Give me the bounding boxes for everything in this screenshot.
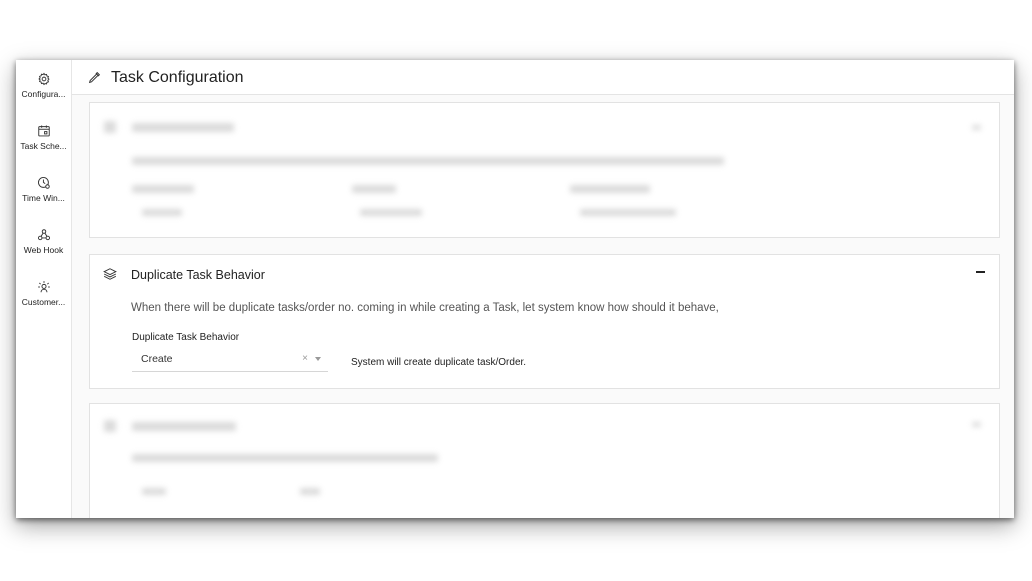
customer-idea-icon [37, 281, 50, 293]
sidebar-item-time-window[interactable]: Time Win... [16, 176, 71, 203]
sidebar-item-label: Configura... [21, 89, 66, 99]
obscured-card-top [89, 102, 1000, 238]
clear-icon[interactable]: × [302, 353, 308, 364]
behavior-hint: System will create duplicate task/Order. [351, 357, 527, 368]
minus-icon [976, 271, 985, 273]
sidebar-item-web-hook[interactable]: Web Hook [16, 228, 71, 255]
sidebar: Configura... Task Sche... Time Win... We… [16, 60, 72, 518]
sidebar-item-label: Time Win... [22, 193, 65, 203]
field-label: Duplicate Task Behavior [132, 332, 240, 343]
app-window: Configura... Task Sche... Time Win... We… [16, 60, 1014, 518]
collapse-button[interactable] [973, 264, 989, 280]
sidebar-item-customer[interactable]: Customer... [16, 280, 71, 307]
gear-icon [37, 72, 50, 86]
clock-icon [37, 176, 50, 189]
page-header: Task Configuration [72, 60, 1014, 95]
sidebar-item-label: Task Sche... [20, 141, 67, 151]
duplicate-task-card: Duplicate Task Behavior When there will … [89, 254, 1000, 389]
sidebar-item-configuration[interactable]: Configura... [16, 72, 71, 99]
sidebar-item-label: Web Hook [23, 245, 64, 255]
obscured-card-bottom [89, 403, 1000, 518]
chevron-down-icon[interactable] [315, 357, 321, 361]
sidebar-item-label: Customer... [21, 297, 66, 307]
section-description: When there will be duplicate tasks/order… [131, 302, 719, 314]
section-title: Duplicate Task Behavior [131, 268, 265, 282]
main-content: Task Configuration Duplicate Task Behavi… [72, 60, 1014, 518]
sidebar-item-task-schedule[interactable]: Task Sche... [16, 124, 71, 151]
calendar-icon [37, 125, 50, 137]
layers-icon [103, 268, 117, 280]
pencil-icon [88, 71, 101, 84]
duplicate-behavior-select[interactable]: Create × [132, 349, 328, 372]
select-value: Create [141, 353, 173, 365]
webhook-icon [37, 229, 50, 241]
page-title: Task Configuration [111, 69, 244, 86]
